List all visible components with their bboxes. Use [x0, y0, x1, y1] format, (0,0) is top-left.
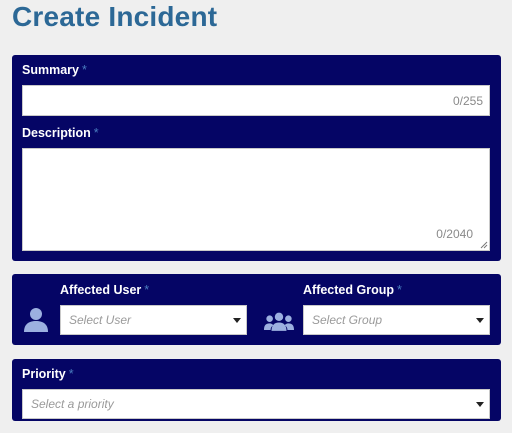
- priority-select[interactable]: Select a priority: [22, 389, 490, 419]
- affected-group-required-mark: *: [396, 283, 402, 297]
- description-label: Description *: [22, 126, 99, 140]
- user-icon: [24, 308, 48, 332]
- affected-user-label-text: Affected User: [60, 283, 142, 297]
- summary-label: Summary *: [22, 63, 87, 77]
- priority-label: Priority *: [22, 367, 74, 381]
- description-textarea[interactable]: 0/2040: [22, 148, 490, 251]
- summary-char-counter: 0/255: [452, 94, 483, 108]
- priority-panel: Priority * Select a priority: [12, 359, 501, 421]
- summary-label-text: Summary: [22, 63, 79, 77]
- affected-group-label: Affected Group *: [303, 283, 402, 297]
- summary-description-panel: Summary * 0/255 Description * 0/2040: [12, 55, 501, 261]
- affected-panel: Affected User * Select User Affected Grou…: [12, 274, 501, 345]
- description-label-text: Description: [22, 126, 91, 140]
- summary-required-mark: *: [81, 63, 87, 77]
- priority-placeholder: Select a priority: [31, 397, 114, 411]
- priority-required-mark: *: [68, 367, 74, 381]
- group-icon: [264, 312, 294, 331]
- description-char-counter: 0/2040: [436, 227, 473, 241]
- description-required-mark: *: [93, 126, 99, 140]
- chevron-down-icon: [476, 318, 484, 323]
- affected-user-required-mark: *: [144, 283, 150, 297]
- priority-label-text: Priority: [22, 367, 66, 381]
- page-title: Create Incident: [12, 1, 218, 32]
- affected-group-placeholder: Select Group: [312, 313, 383, 327]
- affected-group-label-text: Affected Group: [303, 283, 394, 297]
- resize-handle-icon[interactable]: [480, 241, 488, 249]
- affected-user-label: Affected User *: [60, 283, 149, 297]
- affected-group-select[interactable]: Select Group: [303, 305, 490, 335]
- chevron-down-icon: [233, 318, 241, 323]
- affected-user-placeholder: Select User: [69, 313, 132, 327]
- affected-user-select[interactable]: Select User: [60, 305, 247, 335]
- summary-input[interactable]: 0/255: [22, 85, 490, 116]
- chevron-down-icon: [476, 402, 484, 407]
